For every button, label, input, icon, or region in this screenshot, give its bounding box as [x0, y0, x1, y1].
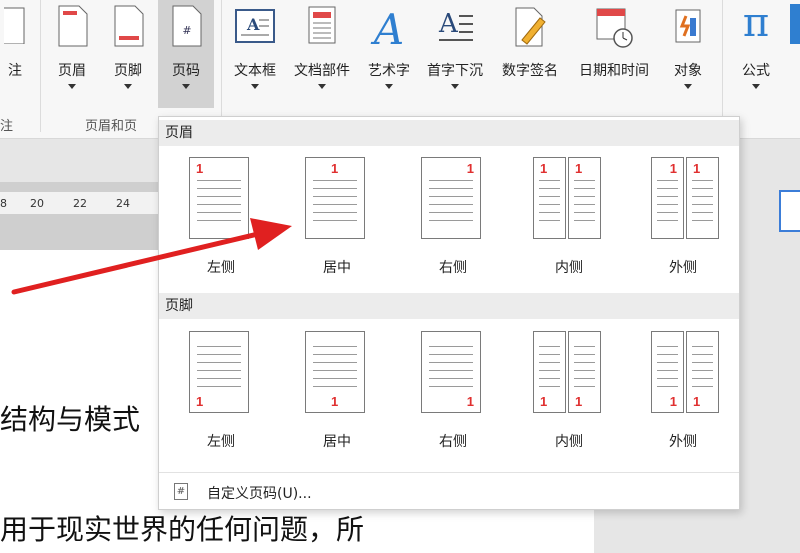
annotation-arrow-icon	[11, 218, 292, 295]
